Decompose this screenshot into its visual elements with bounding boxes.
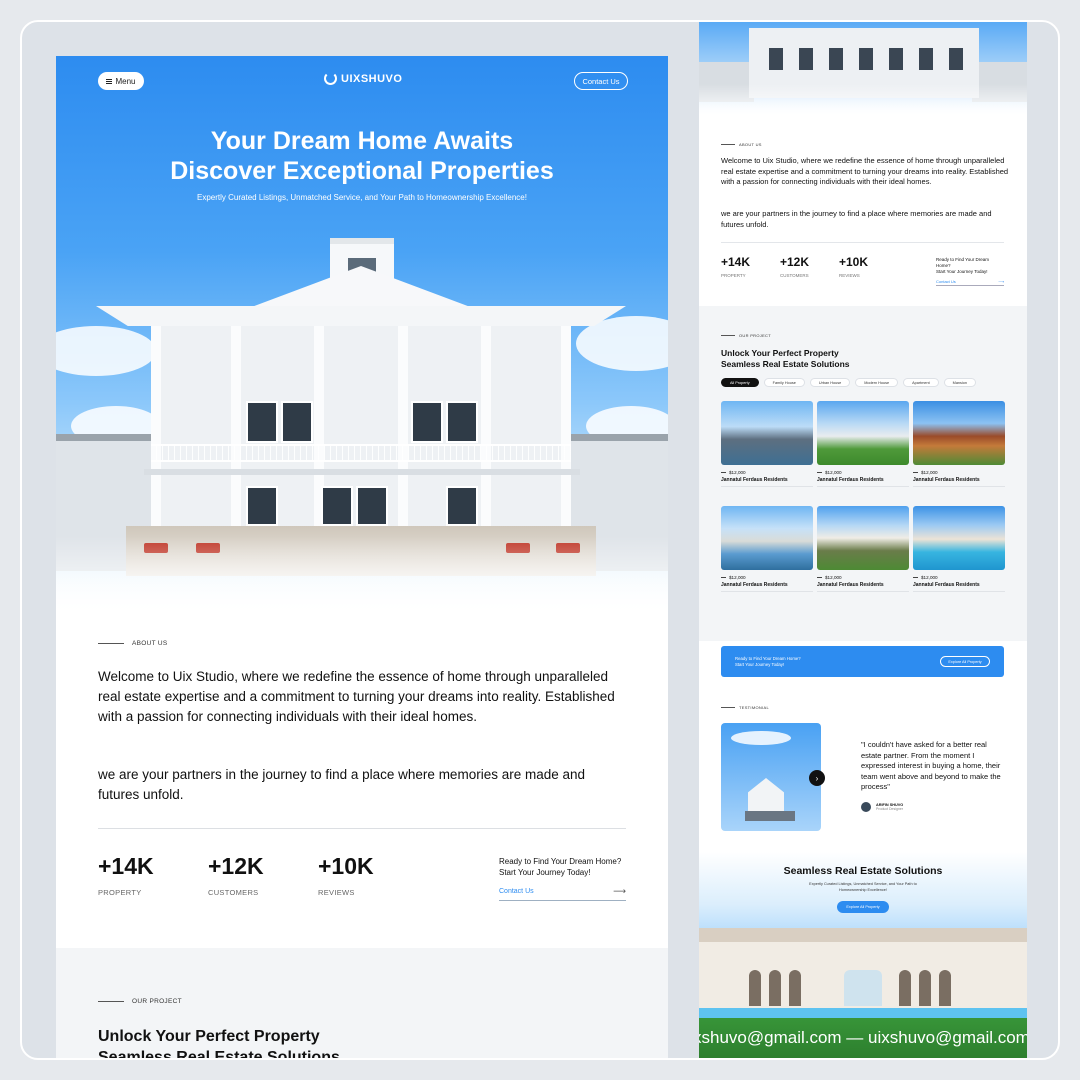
- tab-urban-house[interactable]: Urban House: [809, 378, 851, 387]
- testimonial-label: TESTIMONIAL: [721, 705, 769, 710]
- stat-property: +14K PROPERTY: [98, 853, 154, 897]
- tab-modern-house[interactable]: Modern House: [855, 378, 899, 387]
- logo-icon: [324, 72, 337, 85]
- preview-about-paragraph-2: we are your partners in the journey to f…: [721, 209, 992, 229]
- showcase-frame: Menu UIXSHUVO Contact Us Your Dream Home…: [20, 20, 1060, 1060]
- tab-family-house[interactable]: Family House: [763, 378, 805, 387]
- tab-apartment[interactable]: Apartment: [903, 378, 939, 387]
- tab-mansion[interactable]: Mansion: [943, 378, 977, 387]
- property-image: [817, 506, 909, 570]
- preview-project-label: OUR PROJECT: [721, 333, 771, 338]
- contact-us-link[interactable]: Contact Us ⟶: [499, 886, 626, 901]
- about-paragraph-1: Welcome to Uix Studio, where we redefine…: [98, 669, 615, 724]
- cta-block: Ready to Find Your Dream Home? Start You…: [499, 856, 626, 901]
- property-image: [721, 401, 813, 465]
- cta-banner: Ready to Find Your Dream Home? Start You…: [721, 646, 1004, 677]
- avatar: [861, 802, 871, 812]
- preview-cta-block: Ready to Find Your Dream Home? Start You…: [936, 257, 1004, 286]
- hero-title-line1: Your Dream Home Awaits: [210, 127, 514, 155]
- property-card[interactable]: $12,000 Jannatul Ferdaus Residents: [721, 401, 813, 489]
- preview-stat-property: +14K PROPERTY: [721, 255, 751, 278]
- preview-project-title: Unlock Your Perfect Property Seamless Re…: [721, 348, 850, 369]
- project-title: Unlock Your Perfect Property Seamless Re…: [98, 1028, 340, 1060]
- property-filter-tabs: All Property Family House Urban House Mo…: [721, 378, 977, 387]
- property-card[interactable]: $12,000 Jannatul Ferdaus Residents: [721, 506, 813, 594]
- arrow-right-icon: ⟶: [613, 886, 626, 896]
- property-card[interactable]: $12,000 Jannatul Ferdaus Residents: [817, 401, 909, 489]
- menu-label: Menu: [115, 76, 136, 86]
- testimonial-author: ARIFIN SHUVO Product Designer: [861, 802, 903, 812]
- preview-about-paragraph-1: Welcome to Uix Studio, where we redefine…: [721, 156, 1009, 186]
- about-label: ABOUT US: [98, 640, 168, 647]
- arrow-right-icon: ⟶: [998, 279, 1004, 284]
- property-card[interactable]: $12,000 Jannatul Ferdaus Residents: [913, 401, 1005, 489]
- property-card[interactable]: $12,000 Jannatul Ferdaus Residents: [913, 506, 1005, 594]
- bottom-subtitle: Expertly Curated Listings, Unmatched Ser…: [809, 882, 917, 892]
- project-label: OUR PROJECT: [98, 998, 182, 1005]
- hero-house-image: [56, 236, 668, 616]
- property-image: [721, 506, 813, 570]
- next-arrow-button[interactable]: ›: [809, 770, 825, 786]
- contact-button[interactable]: Contact Us: [574, 72, 628, 90]
- landing-page-preview: ABOUT US Welcome to Uix Studio, where we…: [699, 22, 1027, 1058]
- property-image: [913, 401, 1005, 465]
- preview-hero-image: [699, 22, 1027, 117]
- tab-all-property[interactable]: All Property: [721, 378, 759, 387]
- hero-subtitle: Expertly Curated Listings, Unmatched Ser…: [197, 193, 527, 202]
- divider: [98, 828, 626, 829]
- preview-stat-customers: +12K CUSTOMERS: [780, 255, 810, 278]
- preview-stat-reviews: +10K REVIEWS: [839, 255, 869, 278]
- logo-text: UIXSHUVO: [341, 72, 403, 85]
- testimonial-image: [721, 723, 821, 831]
- explore-all-property-button[interactable]: Explore All Property: [940, 656, 990, 667]
- property-image: [913, 506, 1005, 570]
- hero-title: Your Dream Home Awaits Discover Exceptio…: [56, 126, 668, 186]
- logo[interactable]: UIXSHUVO: [324, 72, 402, 85]
- menu-button[interactable]: Menu: [98, 72, 144, 90]
- property-card[interactable]: $12,000 Jannatul Ferdaus Residents: [817, 506, 909, 594]
- landing-page-full: Menu UIXSHUVO Contact Us Your Dream Home…: [56, 56, 668, 1060]
- preview-contact-us-link[interactable]: Contact Us ⟶: [936, 279, 1004, 286]
- pool: [699, 1008, 1027, 1018]
- stat-customers: +12K CUSTOMERS: [208, 853, 264, 897]
- email-marquee: xshuvo@gmail.com — uixshuvo@gmail.com: [699, 1028, 1027, 1047]
- bottom-explore-button[interactable]: Explore All Property: [837, 901, 889, 913]
- about-paragraph-2: we are your partners in the journey to f…: [98, 767, 586, 802]
- hero-title-line2: Discover Exceptional Properties: [170, 157, 554, 185]
- hamburger-icon: [106, 78, 113, 84]
- hero-section: Menu UIXSHUVO Contact Us Your Dream Home…: [56, 56, 668, 616]
- preview-about-label: ABOUT US: [721, 142, 762, 147]
- testimonial-quote: "I couldn't have asked for a better real…: [861, 740, 1001, 791]
- mansion-image: [699, 928, 1027, 1008]
- bottom-title: Seamless Real Estate Solutions: [783, 865, 943, 877]
- property-image: [817, 401, 909, 465]
- stat-reviews: +10K REVIEWS: [318, 853, 374, 897]
